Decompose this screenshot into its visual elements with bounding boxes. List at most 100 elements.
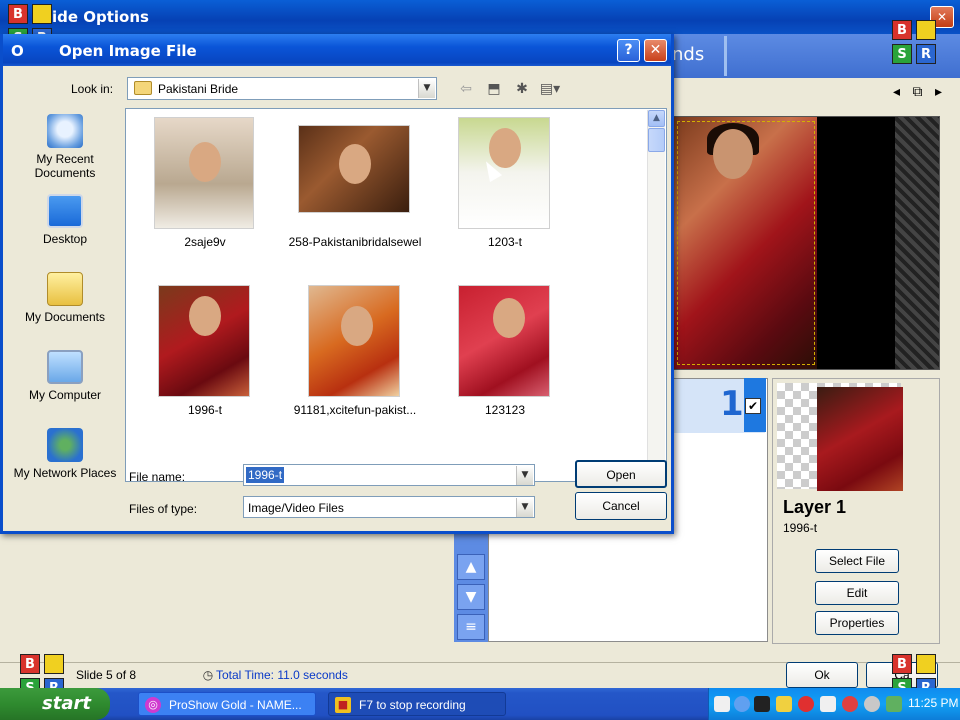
place-network[interactable]: My Network Places [9, 428, 121, 480]
back-icon[interactable]: ⇦ [455, 79, 477, 99]
taskbar-item-recorder[interactable]: ■ F7 to stop recording [328, 692, 506, 716]
desktop-icon [47, 194, 83, 228]
place-my-documents[interactable]: My Documents [9, 272, 121, 324]
file-item[interactable]: 2saje9v [130, 111, 280, 261]
file-item[interactable]: 123123 [430, 279, 580, 429]
file-thumbnail [458, 285, 550, 397]
thumb-face [493, 298, 525, 338]
safe-zone-stripes [895, 117, 939, 369]
file-type-label: Files of type: [129, 502, 198, 516]
start-button[interactable]: start [0, 688, 110, 720]
layer-visible-checkbox[interactable]: ✔ [745, 398, 761, 414]
help-icon[interactable]: ? [617, 39, 640, 62]
file-item[interactable]: 258-Pakistanibridalsewel [280, 111, 430, 261]
views-icon[interactable]: ▤▾ [539, 79, 561, 99]
proshow-icon: ◎ [145, 697, 161, 713]
tray-record-icon[interactable] [842, 696, 858, 712]
tray-app-icon[interactable] [886, 696, 902, 712]
ok-button[interactable]: Ok [786, 662, 858, 688]
tray-security-icon[interactable] [798, 696, 814, 712]
edit-button[interactable]: Edit [815, 581, 899, 605]
close-icon[interactable]: ✕ [644, 39, 667, 62]
look-in-dropdown[interactable]: Pakistani Bride ▼ [127, 77, 437, 100]
logo-b: B [8, 4, 28, 24]
tab-sounds[interactable]: nds [672, 44, 704, 65]
preview-nav-icons[interactable]: ◂ ⧉ ▸ [893, 84, 946, 100]
layer-number: 1 [720, 384, 744, 424]
cancel-button[interactable]: Cancel [575, 492, 667, 520]
slide-options-titlebar: Slide Options [0, 0, 960, 34]
logo-y [32, 4, 52, 24]
file-type-select[interactable]: Image/Video Files ▼ [243, 496, 535, 518]
dialog-titlebar[interactable]: O Open Image File ? ✕ [3, 34, 671, 66]
total-time-text: Total Time: 11.0 seconds [216, 668, 348, 682]
file-list-view[interactable]: 2saje9v 258-Pakistanibridalsewel 1203-t … [125, 108, 667, 482]
my-computer-icon [47, 350, 83, 384]
tray-camera-icon[interactable] [754, 696, 770, 712]
open-image-file-dialog: O Open Image File ? ✕ Look in: Pakistani… [0, 34, 674, 534]
scroll-up-icon[interactable]: ▲ [648, 110, 665, 127]
tab-separator [724, 36, 727, 76]
logo-y [916, 654, 936, 674]
taskbar-item-proshow[interactable]: ◎ ProShow Gold - NAME... [138, 692, 316, 716]
my-documents-icon [47, 272, 83, 306]
network-places-icon [47, 428, 83, 462]
chevron-down-icon[interactable]: ▼ [516, 498, 533, 517]
place-desktop[interactable]: Desktop [9, 194, 121, 246]
place-label: My Documents [24, 310, 106, 324]
open-button[interactable]: Open [575, 460, 667, 488]
file-name: 2saje9v [184, 235, 226, 249]
select-file-button[interactable]: Select File [815, 549, 899, 573]
file-name-input[interactable]: 1996-t ▼ [243, 464, 535, 486]
dialog-title-prefix: O [11, 42, 24, 60]
move-down-button[interactable]: ▼ [457, 584, 485, 610]
file-item[interactable]: 91181,xcitefun-pakist... [280, 279, 430, 429]
layer-order-buttons: ▲ ▼ ≡ [454, 530, 488, 642]
clock-icon: ◷ [202, 668, 214, 682]
scroll-thumb[interactable] [648, 128, 665, 152]
thumb-face [339, 144, 371, 184]
tray-volume-icon[interactable] [820, 696, 836, 712]
task-label: ProShow Gold - NAME... [169, 698, 302, 712]
logo-y [44, 654, 64, 674]
file-type-value: Image/Video Files [248, 501, 344, 515]
up-folder-icon[interactable]: ⬒ [483, 79, 505, 99]
layer-bounds[interactable] [677, 121, 815, 365]
layer-thumbnail-image [817, 387, 903, 491]
file-item[interactable]: 1996-t [130, 279, 280, 429]
dialog-title: Open Image File [59, 42, 197, 60]
move-up-button[interactable]: ▲ [457, 554, 485, 580]
folder-icon [134, 81, 152, 95]
tray-help-icon[interactable] [714, 696, 730, 712]
properties-button[interactable]: Properties [815, 611, 899, 635]
chevron-down-icon[interactable]: ▼ [516, 466, 533, 485]
thumb-face [189, 296, 221, 336]
tray-clock-icon[interactable] [864, 696, 880, 712]
layer-thumbnail [777, 383, 903, 491]
slide-counter: Slide 5 of 8 [76, 668, 137, 682]
tray-network-icon[interactable] [734, 696, 750, 712]
place-my-computer[interactable]: My Computer [9, 350, 121, 402]
file-thumbnail [298, 125, 410, 213]
place-label: My Recent Documents [34, 152, 96, 180]
logo-b: B [892, 654, 912, 674]
file-item[interactable]: 1203-t [430, 111, 580, 261]
chevron-down-icon[interactable]: ▼ [418, 79, 435, 98]
task-label: F7 to stop recording [359, 698, 466, 712]
look-in-value: Pakistani Bride [158, 82, 239, 96]
file-thumbnail [158, 285, 250, 397]
file-thumbnail [308, 285, 400, 397]
recent-documents-icon [47, 114, 83, 148]
layer-list-button[interactable]: ≡ [457, 614, 485, 640]
file-name: 123123 [484, 403, 526, 417]
place-recent-documents[interactable]: My Recent Documents [9, 114, 121, 180]
new-folder-icon[interactable]: ✱ [511, 79, 533, 99]
tray-shield-icon[interactable] [776, 696, 792, 712]
logo-b: B [892, 20, 912, 40]
bsry-logo-top-right: B SR [892, 20, 938, 66]
file-name-value: 1996-t [246, 467, 285, 483]
vertical-scrollbar[interactable]: ▲ ▼ [647, 110, 665, 480]
look-in-label: Look in: [71, 82, 114, 96]
recorder-icon: ■ [335, 697, 351, 713]
logo-y [916, 20, 936, 40]
